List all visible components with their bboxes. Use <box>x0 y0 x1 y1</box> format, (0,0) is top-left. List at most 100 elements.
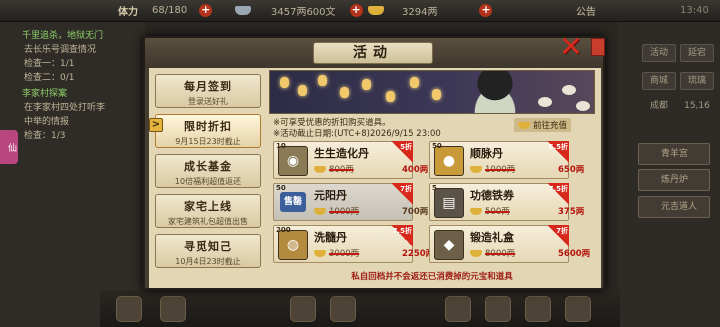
close-icon[interactable]: ✕ <box>557 33 585 62</box>
coordinate-label: 15,16 <box>684 101 710 111</box>
lantern-icon <box>340 87 349 98</box>
bottom-menu-icon[interactable] <box>116 296 142 322</box>
corner-seal-icon <box>591 38 605 56</box>
bottom-menu-icon[interactable] <box>290 296 316 322</box>
shop-item[interactable]: ◆ 锻造礼盒 8000两 5600两 7折 <box>429 225 590 263</box>
menu-home-online[interactable]: 家宅上线 家宅建筑礼包超值出售 <box>155 194 261 228</box>
add-silver-button[interactable]: + <box>349 4 363 17</box>
discount-price: 375两 <box>558 207 585 217</box>
bottom-menu-icon[interactable] <box>330 296 356 322</box>
menu-subtitle: 家宅建筑礼包超值出售 <box>168 217 248 226</box>
quest-line: 检查：1/3 <box>24 131 66 141</box>
ingot-icon <box>368 6 384 15</box>
item-quantity: 10 <box>276 142 286 150</box>
item-quantity: 200 <box>276 226 291 234</box>
discount-badge: 7.5折 <box>547 183 569 205</box>
item-quantity: 50 <box>432 142 442 150</box>
add-ingot-button[interactable]: + <box>479 4 493 17</box>
mall-button[interactable]: 商城 <box>642 72 676 90</box>
menu-limited-discount[interactable]: 限时折扣 9月15日23时截止 <box>155 114 261 148</box>
shop-item[interactable]: ▤ 5 功德铁券 500两 375两 7.5折 <box>429 183 584 221</box>
gold-pill-icon: ● <box>434 146 464 176</box>
sold-out-badge: 售罄 <box>280 192 306 212</box>
menu-subtitle: 登录送好礼 <box>188 97 228 106</box>
menu-subtitle: 9月15日23时截止 <box>175 137 241 146</box>
location-button-liandanlu[interactable]: 炼丹炉 <box>638 169 710 191</box>
deadline-note: ※活动截止日期:(UTC+8)2026/9/15 23:00 <box>273 129 441 139</box>
bottom-menu-icon[interactable] <box>485 296 511 322</box>
ingot-icon <box>314 249 326 257</box>
discount-badge: 7折 <box>391 183 413 205</box>
item-price: 1000两 650两 <box>470 163 584 175</box>
notice-button[interactable]: 公告 <box>576 3 596 18</box>
location-button-yuanji[interactable]: 元吉道人 <box>638 196 710 218</box>
quest-line: 中举的情报 <box>24 117 70 127</box>
lantern-icon <box>280 77 289 88</box>
quest-title[interactable]: 李家村探案 <box>0 84 145 100</box>
item-name: 顺脉丹 <box>470 147 503 160</box>
extend-button[interactable]: 延宕 <box>680 44 714 62</box>
menu-title: 限时折扣 <box>184 120 232 133</box>
goto-recharge-button[interactable]: 前往充值 <box>514 118 572 132</box>
menu-monthly-signin[interactable]: 每月签到 登录送好礼 <box>155 74 261 108</box>
activity-shortcut-button[interactable]: 活动 <box>642 44 676 62</box>
original-price: 1000两 <box>485 165 516 175</box>
ingot-icon <box>470 207 482 215</box>
stamina-label: 体力 <box>118 7 138 18</box>
shop-item[interactable]: ◉ 10 生生造化丹 800两 400两 5折 <box>273 141 428 179</box>
lantern-icon <box>318 75 327 86</box>
menu-title: 家宅上线 <box>184 200 232 213</box>
shop-item-sold-out[interactable]: 售罄 50 元阳丹 1000两 700两 7折 <box>273 183 428 221</box>
menu-title: 每月签到 <box>184 80 232 93</box>
quest-panel: 千里追杀，地狱无门 去长乐号调查情况 检查一：1/1 检查二：0/1 李家村探案… <box>0 22 145 327</box>
footer-warning: 私自回档并不会返还已消费掉的元宝和道具 <box>351 272 513 282</box>
selected-arrow-icon: > <box>149 118 163 132</box>
menu-growth-fund[interactable]: 成长基金 10倍福利超值返还 <box>155 154 261 188</box>
discount-price: 650两 <box>558 165 585 175</box>
flower-icon <box>562 85 576 95</box>
item-price: 1000两 700两 <box>314 205 428 217</box>
add-stamina-button[interactable]: + <box>199 4 213 17</box>
shop-item[interactable]: ● 50 顺脉丹 1000两 650两 6.5折 <box>429 141 584 179</box>
discount-label: 6.5折 <box>548 143 568 151</box>
discount-label: 7.5折 <box>548 185 568 193</box>
discount-badge: 7.5折 <box>391 225 413 247</box>
ingot-value: 3294两 <box>402 7 438 18</box>
discount-badge: 6.5折 <box>547 141 569 163</box>
item-name: 功德铁券 <box>470 189 514 202</box>
location-button-qingyanggong[interactable]: 青羊宫 <box>638 143 710 165</box>
bottom-menu-icon[interactable] <box>445 296 471 322</box>
shop-item[interactable]: ◍ 200 洗髓丹 3000两 2250两 7.5折 <box>273 225 434 263</box>
discount-price: 5600两 <box>558 249 591 259</box>
bottom-menu-icon[interactable] <box>160 296 186 322</box>
modal-body: 每月签到 登录送好礼 限时折扣 9月15日23时截止 > 成长基金 10倍福利超… <box>149 68 601 288</box>
item-name: 生生造化丹 <box>314 147 369 160</box>
elixir-icon: ◉ <box>278 146 308 176</box>
item-name: 洗髓丹 <box>314 231 347 244</box>
flower-icon <box>538 97 552 107</box>
discount-label: 5折 <box>400 143 412 151</box>
modal-title-bar: 活动 ✕ <box>145 33 605 68</box>
ingot-icon <box>518 121 530 129</box>
quest-title[interactable]: 千里追杀，地狱无门 <box>0 22 145 42</box>
location-label: 成都 <box>649 101 668 111</box>
quest-line: 在李家村四处打听李 <box>24 103 106 113</box>
top-status-bar: 体力 68/180 + 3457两600文 + 3294两 + 公告 13:40 <box>0 0 720 22</box>
menu-find-confidant[interactable]: 寻觅知己 10月4日23时截止 <box>155 234 261 268</box>
discount-label: 7折 <box>556 227 568 235</box>
glass-button[interactable]: 琉璃 <box>680 72 714 90</box>
item-price: 3000两 2250两 <box>314 247 434 259</box>
stamina-value: 68/180 <box>152 5 188 16</box>
discount-label: 7折 <box>400 185 412 193</box>
original-price: 500两 <box>485 207 510 217</box>
item-quantity: 50 <box>276 184 286 192</box>
side-tab[interactable]: 仙 <box>0 130 18 164</box>
item-quantity: 5 <box>432 184 437 192</box>
bottom-menu-icon[interactable] <box>525 296 551 322</box>
lantern-icon <box>298 85 307 96</box>
clock: 13:40 <box>680 5 709 16</box>
ingot-group: 3294两 + <box>368 3 493 18</box>
lantern-icon <box>410 77 419 88</box>
ingot-icon <box>314 165 326 173</box>
bottom-menu-icon[interactable] <box>565 296 591 322</box>
